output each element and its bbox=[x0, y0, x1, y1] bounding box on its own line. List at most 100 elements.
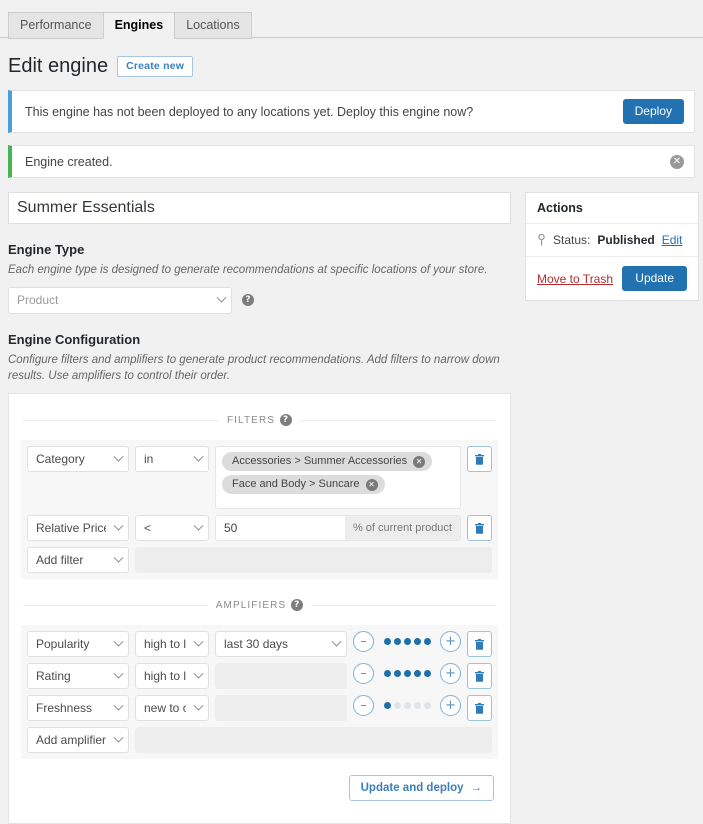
close-icon[interactable]: ✕ bbox=[670, 154, 684, 169]
amplifiers-group: Popularity high to low last 30 days – + … bbox=[21, 625, 498, 760]
status-prefix: Status: bbox=[553, 233, 591, 247]
filter-operator-select[interactable]: in bbox=[135, 446, 209, 473]
actions-heading: Actions bbox=[526, 193, 698, 224]
amplifier-order-select[interactable]: high to low bbox=[135, 631, 209, 658]
status-edit-link[interactable]: Edit bbox=[662, 233, 683, 247]
filter-operator-select-wrap: in bbox=[135, 446, 209, 473]
strength-dot bbox=[423, 702, 431, 710]
chip-label: Face and Body > Suncare bbox=[232, 478, 360, 491]
filter-operator-select[interactable]: < bbox=[135, 515, 209, 542]
filters-label-text: FILTERS bbox=[226, 414, 276, 426]
content-columns: Engine Type Each engine type is designed… bbox=[8, 192, 699, 824]
trash-icon bbox=[475, 670, 484, 682]
notice-text: Engine created. bbox=[25, 154, 113, 169]
tab-locations[interactable]: Locations bbox=[174, 12, 252, 39]
filter-row: Relative Price < % of current product bbox=[27, 515, 492, 542]
pin-icon bbox=[537, 234, 546, 246]
delete-amplifier-button[interactable] bbox=[467, 695, 492, 722]
amplifier-order-select[interactable]: high to low bbox=[135, 663, 209, 690]
add-amplifier-placeholder bbox=[135, 727, 492, 754]
arrow-right-icon: → bbox=[470, 782, 483, 795]
filter-type-select-wrap: Category bbox=[27, 446, 129, 473]
engine-type-row: Product ? bbox=[8, 286, 511, 314]
engine-config-description: Configure filters and amplifiers to gene… bbox=[8, 353, 500, 383]
add-amplifier-select-wrap: Add amplifier bbox=[27, 727, 129, 754]
amplifier-row: Rating high to low – + bbox=[27, 663, 492, 690]
amplifier-row: Freshness new to old – + bbox=[27, 695, 492, 722]
delete-amplifier-button[interactable] bbox=[467, 663, 492, 690]
amplifier-type-select[interactable]: Rating bbox=[27, 663, 129, 690]
delete-filter-button[interactable] bbox=[467, 446, 492, 473]
amplifier-strength-control: – + bbox=[353, 663, 461, 685]
create-new-button[interactable]: Create new bbox=[117, 55, 194, 77]
filter-value-suffix: % of current product bbox=[344, 516, 460, 541]
amplifier-strength-control: – + bbox=[353, 631, 461, 653]
amplifier-range-disabled bbox=[215, 663, 347, 690]
strength-dot bbox=[403, 702, 411, 710]
strength-dot bbox=[383, 702, 391, 710]
increment-strength-button[interactable]: + bbox=[440, 631, 461, 653]
amplifiers-section-label: AMPLIFIERS ? bbox=[216, 599, 304, 612]
amplifier-type-select-wrap: Popularity bbox=[27, 631, 129, 658]
tab-label: Performance bbox=[20, 18, 92, 32]
amplifier-range-select-wrap: last 30 days bbox=[215, 631, 347, 658]
close-icon[interactable]: ✕ bbox=[413, 455, 426, 468]
add-amplifier-select[interactable]: Add amplifier bbox=[27, 727, 129, 754]
actions-footer: Move to Trash Update bbox=[526, 257, 698, 300]
panel-footer: Update and deploy → bbox=[21, 775, 498, 802]
update-button[interactable]: Update bbox=[622, 266, 687, 291]
trash-icon bbox=[475, 638, 484, 650]
filter-value-input[interactable] bbox=[216, 516, 345, 541]
engine-type-heading: Engine Type bbox=[8, 242, 85, 257]
page-header: Edit engine Create new bbox=[8, 54, 703, 78]
divider-line bbox=[311, 604, 496, 606]
update-and-deploy-button[interactable]: Update and deploy → bbox=[348, 775, 494, 802]
amplifier-row: Popularity high to low last 30 days – + bbox=[27, 631, 492, 658]
filter-type-select[interactable]: Relative Price bbox=[27, 515, 129, 542]
status-badge: Published bbox=[597, 233, 655, 247]
decrement-strength-button[interactable]: – bbox=[353, 663, 374, 685]
decrement-strength-button[interactable]: – bbox=[353, 631, 374, 653]
page-title: Edit engine bbox=[8, 55, 109, 77]
amplifier-order-select[interactable]: new to old bbox=[135, 695, 209, 722]
help-icon[interactable]: ? bbox=[280, 414, 293, 427]
amplifier-type-select-wrap: Freshness bbox=[27, 695, 129, 722]
engine-title-input[interactable] bbox=[8, 192, 511, 224]
filters-section-label: FILTERS ? bbox=[226, 414, 293, 427]
actions-box: Actions Status: Published Edit Move to T… bbox=[525, 192, 699, 301]
engine-type-select[interactable]: Product bbox=[8, 286, 232, 314]
delete-filter-button[interactable] bbox=[467, 515, 492, 542]
tab-performance[interactable]: Performance bbox=[8, 12, 104, 39]
update-and-deploy-label: Update and deploy bbox=[360, 782, 464, 795]
divider-line bbox=[23, 419, 219, 421]
filter-value-chips[interactable]: Accessories > Summer Accessories ✕ Face … bbox=[215, 446, 461, 510]
help-icon[interactable]: ? bbox=[242, 294, 254, 307]
increment-strength-button[interactable]: + bbox=[440, 695, 461, 717]
increment-strength-button[interactable]: + bbox=[440, 663, 461, 685]
engine-type-select-wrap: Product bbox=[8, 286, 232, 314]
filter-type-select[interactable]: Category bbox=[27, 446, 129, 473]
move-to-trash-link[interactable]: Move to Trash bbox=[537, 272, 613, 286]
filter-value-number-wrap: % of current product bbox=[215, 515, 461, 542]
amplifier-type-select[interactable]: Freshness bbox=[27, 695, 129, 722]
close-icon[interactable]: ✕ bbox=[365, 478, 378, 491]
amplifier-type-select[interactable]: Popularity bbox=[27, 631, 129, 658]
add-filter-select-wrap: Add filter bbox=[27, 547, 129, 574]
strength-dot bbox=[423, 638, 431, 646]
filters-group: Category in Accessories > Summer Accesso… bbox=[21, 440, 498, 580]
amplifier-range-select[interactable]: last 30 days bbox=[215, 631, 347, 658]
add-filter-row: Add filter bbox=[27, 547, 492, 574]
strength-dot bbox=[403, 638, 411, 646]
add-filter-placeholder bbox=[135, 547, 492, 574]
tab-engines[interactable]: Engines bbox=[102, 12, 176, 39]
add-filter-select[interactable]: Add filter bbox=[27, 547, 129, 574]
divider-line bbox=[23, 604, 208, 606]
tab-bar: Performance Engines Locations bbox=[0, 12, 703, 39]
delete-amplifier-button[interactable] bbox=[467, 631, 492, 658]
strength-dot bbox=[403, 670, 411, 678]
decrement-strength-button[interactable]: – bbox=[353, 695, 374, 717]
filter-type-select-wrap: Relative Price bbox=[27, 515, 129, 542]
help-icon[interactable]: ? bbox=[291, 599, 304, 612]
notice-deploy-prompt: This engine has not been deployed to any… bbox=[8, 90, 695, 133]
deploy-button[interactable]: Deploy bbox=[622, 99, 684, 124]
